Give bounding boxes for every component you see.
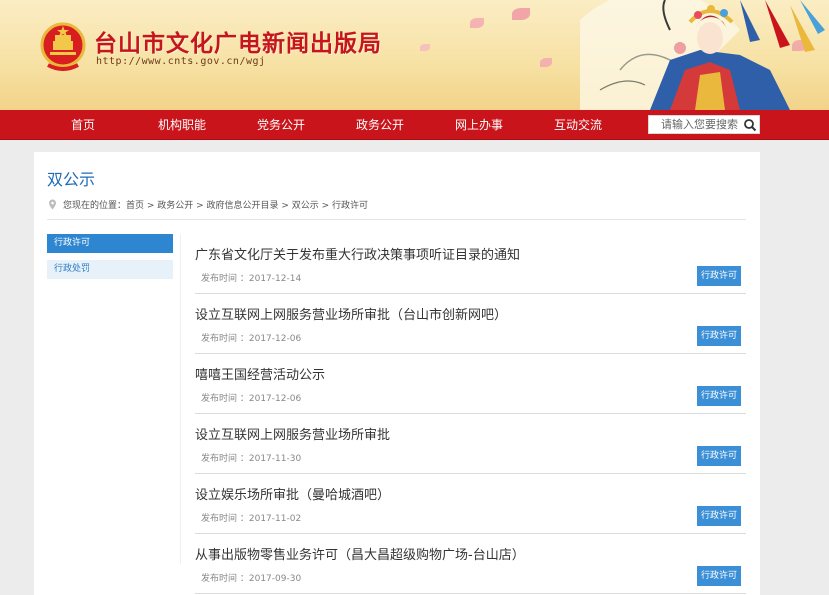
category-tag-button[interactable]: 行政许可 bbox=[697, 566, 741, 586]
sidebar-divider bbox=[180, 234, 181, 564]
list-item: 设立娱乐场所审批（曼哈城酒吧） 发布时间 ：2017-11-02 行政许可 bbox=[195, 474, 746, 534]
site-title: 台山市文化广电新闻出版局 bbox=[94, 30, 382, 57]
article-date: 发布时间 ：2017-11-30 bbox=[201, 454, 302, 464]
sidebar: 行政许可 行政处罚 bbox=[47, 234, 173, 286]
list-item: 嘻嘻王国经营活动公示 发布时间 ：2017-12-06 行政许可 bbox=[195, 354, 746, 414]
petal-decoration bbox=[512, 8, 530, 20]
article-title-link[interactable]: 从事出版物零售业务许可（昌大昌超级购物广场-台山店） bbox=[195, 544, 525, 563]
petal-decoration bbox=[420, 44, 430, 51]
article-date: 发布时间 ：2017-12-06 bbox=[201, 394, 302, 404]
site-url: http://www.cnts.gov.cn/wgj bbox=[96, 56, 266, 67]
list-item: 广东省文化厅关于发布重大行政决策事项听证目录的通知 发布时间 ：2017-12-… bbox=[195, 234, 746, 294]
nav-item-interaction[interactable]: 互动交流 bbox=[538, 110, 618, 140]
article-title-link[interactable]: 设立娱乐场所审批（曼哈城酒吧） bbox=[195, 484, 390, 503]
category-tag-button[interactable]: 行政许可 bbox=[697, 506, 741, 526]
divider bbox=[47, 219, 746, 220]
national-emblem-icon bbox=[40, 22, 86, 71]
breadcrumb-text[interactable]: 您现在的位置：首页 > 政务公开 > 政府信息公开目录 > 双公示 > 行政许可 bbox=[63, 198, 368, 211]
main-nav: 首页 机构职能 党务公开 政务公开 网上办事 互动交流 bbox=[0, 110, 829, 140]
article-date: 发布时间 ：2017-12-14 bbox=[201, 274, 302, 284]
nav-item-home[interactable]: 首页 bbox=[43, 110, 123, 140]
category-tag-button[interactable]: 行政许可 bbox=[697, 266, 741, 286]
breadcrumb: 您现在的位置：首页 > 政务公开 > 政府信息公开目录 > 双公示 > 行政许可 bbox=[48, 198, 368, 211]
list-item: 从事出版物零售业务许可（昌大昌超级购物广场-台山店） 发布时间 ：2017-09… bbox=[195, 534, 746, 594]
list-item: 设立互联网上网服务营业场所审批（台山市创新网吧） 发布时间 ：2017-12-0… bbox=[195, 294, 746, 354]
location-pin-icon bbox=[49, 199, 56, 210]
opera-figure-illustration bbox=[650, 0, 825, 110]
sidebar-item-administrative-penalty[interactable]: 行政处罚 bbox=[47, 260, 173, 279]
search-icon[interactable] bbox=[743, 118, 757, 132]
article-list: 广东省文化厅关于发布重大行政决策事项听证目录的通知 发布时间 ：2017-12-… bbox=[195, 234, 746, 594]
nav-item-party-affairs[interactable]: 党务公开 bbox=[241, 110, 321, 140]
header-banner: 台山市文化广电新闻出版局 http://www.cnts.gov.cn/wgj bbox=[0, 0, 829, 110]
petal-decoration bbox=[540, 58, 552, 67]
article-date: 发布时间 ：2017-11-02 bbox=[201, 514, 302, 524]
search-input[interactable] bbox=[649, 116, 743, 133]
list-item: 设立互联网上网服务营业场所审批 发布时间 ：2017-11-30 行政许可 bbox=[195, 414, 746, 474]
nav-item-online-services[interactable]: 网上办事 bbox=[439, 110, 519, 140]
search-box bbox=[648, 115, 760, 134]
page-title: 双公示 bbox=[47, 170, 96, 189]
article-title-link[interactable]: 设立互联网上网服务营业场所审批（台山市创新网吧） bbox=[195, 304, 507, 323]
article-date: 发布时间 ：2017-09-30 bbox=[201, 574, 302, 584]
article-title-link[interactable]: 嘻嘻王国经营活动公示 bbox=[195, 364, 325, 383]
petal-decoration bbox=[470, 18, 484, 28]
category-tag-button[interactable]: 行政许可 bbox=[697, 326, 741, 346]
nav-item-functions[interactable]: 机构职能 bbox=[142, 110, 222, 140]
article-date: 发布时间 ：2017-12-06 bbox=[201, 334, 302, 344]
article-title-link[interactable]: 设立互联网上网服务营业场所审批 bbox=[195, 424, 390, 443]
category-tag-button[interactable]: 行政许可 bbox=[697, 446, 741, 466]
nav-item-government-affairs[interactable]: 政务公开 bbox=[340, 110, 420, 140]
category-tag-button[interactable]: 行政许可 bbox=[697, 386, 741, 406]
article-title-link[interactable]: 广东省文化厅关于发布重大行政决策事项听证目录的通知 bbox=[195, 244, 520, 263]
main-content: 双公示 您现在的位置：首页 > 政务公开 > 政府信息公开目录 > 双公示 > … bbox=[34, 152, 760, 595]
sidebar-item-administrative-license[interactable]: 行政许可 bbox=[47, 234, 173, 253]
